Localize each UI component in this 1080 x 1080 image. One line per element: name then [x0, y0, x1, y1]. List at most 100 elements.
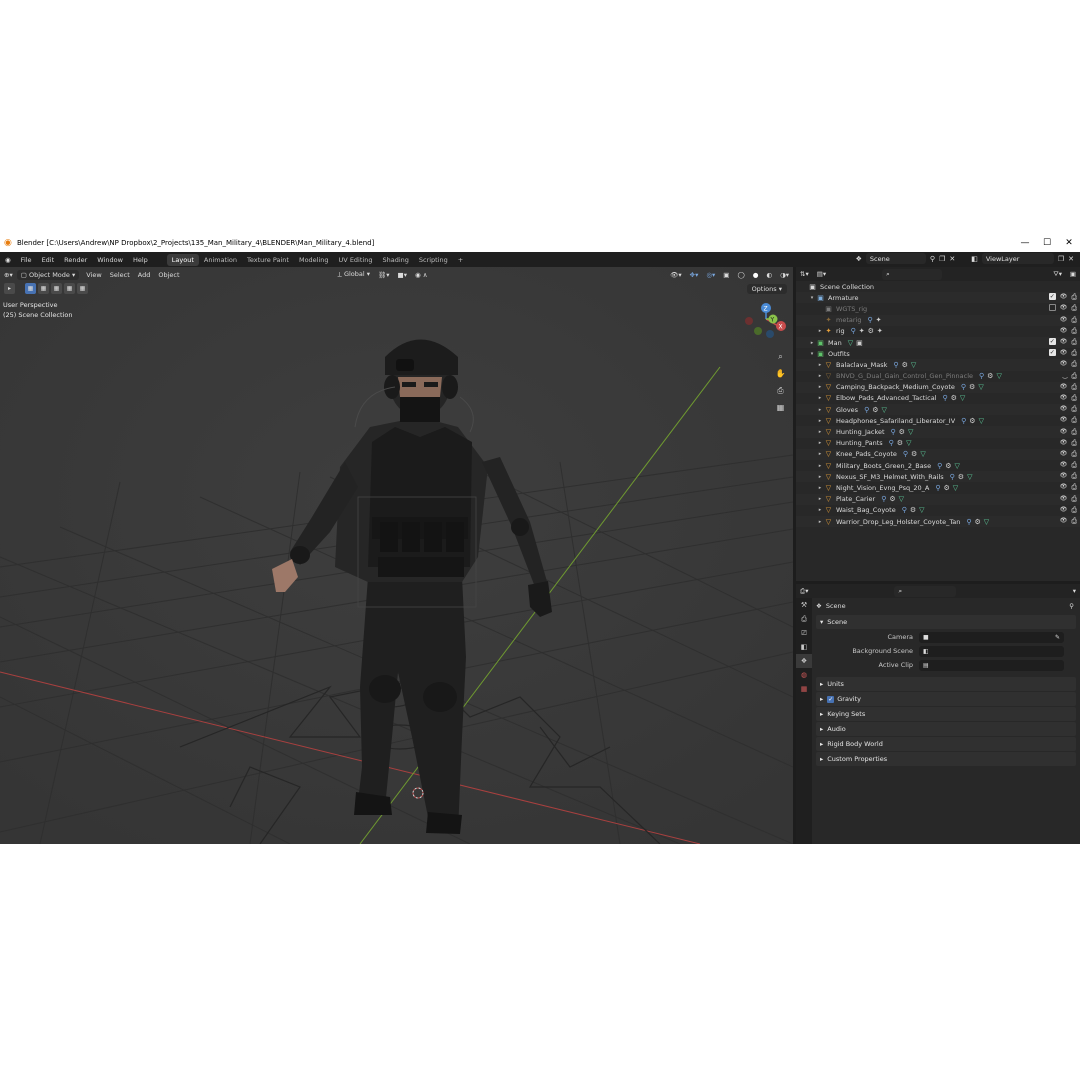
render-camera-icon[interactable]: ⎙	[1071, 439, 1077, 448]
exclude-checkbox[interactable]: ✓	[1048, 293, 1056, 301]
expand-toggle-icon[interactable]: ▸	[816, 373, 824, 379]
exclude-checkbox[interactable]: ✓	[1048, 338, 1056, 346]
outliner-row[interactable]: ▸ ▽ BNVD_G_Dual_Gain_Control_Gen_Pinnacle ⚲…	[796, 371, 1080, 382]
add-workspace-button[interactable]: +	[453, 254, 468, 266]
outliner-row[interactable]: ▾ ▣ Outfits ✓ 👁 ⎙	[796, 348, 1080, 359]
render-camera-icon[interactable]: ⎙	[1071, 383, 1077, 392]
outliner-row[interactable]: ▸ ▽ Nexus_SF_M3_Helmet_With_Rails ⚲ ⚙ ▽ 👁 ⎙	[796, 471, 1080, 483]
outliner-item-name[interactable]: Balaclava_Mask	[836, 361, 887, 369]
outliner-item-name[interactable]: Military_Boots_Green_2_Base	[836, 462, 931, 470]
select-extend-icon[interactable]: ▦	[38, 283, 49, 294]
render-camera-icon[interactable]: ⎙	[1071, 327, 1077, 336]
gravity-checkbox[interactable]: ✓	[827, 695, 835, 703]
outliner-row[interactable]: ▸ ▽ Waist_Bag_Coyote ⚲ ⚙ ▽ 👁 ⎙	[796, 505, 1080, 516]
outliner-row[interactable]: ▣ Scene Collection	[796, 281, 1080, 292]
modifier-icon[interactable]: ▽	[911, 361, 916, 369]
render-camera-icon[interactable]: ⎙	[1071, 338, 1077, 347]
outliner-row[interactable]: ▸ ▽ Gloves ⚲ ⚙ ▽ 👁 ⎙	[796, 404, 1080, 416]
menu-file[interactable]: File	[16, 256, 37, 264]
modifier-icon[interactable]: ✦	[877, 327, 883, 335]
outliner-row[interactable]: ▸ ✦ rig ⚲ ✦ ⚙ ✦ 👁 ⎙	[796, 326, 1080, 337]
select-new-icon[interactable]: ▦	[25, 283, 36, 294]
shading-material-icon[interactable]: ◐	[762, 271, 776, 279]
zoom-icon[interactable]: ⌕	[774, 350, 787, 363]
workspace-tab-shading[interactable]: Shading	[377, 254, 413, 266]
select-difference-icon[interactable]: ▦	[64, 283, 75, 294]
render-camera-icon[interactable]: ⎙	[1071, 483, 1077, 492]
eye-closed-icon[interactable]: ‿	[1063, 372, 1068, 381]
render-camera-icon[interactable]: ⎙	[1071, 405, 1077, 414]
eye-icon[interactable]: 👁	[1060, 316, 1068, 325]
outliner-row[interactable]: ▸ ▽ Camping_Backpack_Medium_Coyote ⚲ ⚙ ▽ 👁 ⎙	[796, 381, 1080, 393]
workspace-tab-layout[interactable]: Layout	[166, 253, 199, 266]
expand-toggle-icon[interactable]: ▾	[808, 295, 816, 301]
texture-tab-icon[interactable]: ▦	[796, 682, 812, 696]
outliner-item-name[interactable]: Nexus_SF_M3_Helmet_With_Rails	[836, 473, 944, 481]
menu-help[interactable]: Help	[128, 256, 153, 264]
render-camera-icon[interactable]: ⎙	[1071, 461, 1077, 470]
snap-icon[interactable]: ■▾	[394, 271, 411, 279]
expand-toggle-icon[interactable]: ▸	[816, 418, 824, 424]
outliner-row[interactable]: ✦ metarig ⚲ ✦ 👁 ⎙	[796, 314, 1080, 326]
modifier-icon[interactable]: ⚲	[950, 473, 955, 481]
render-camera-icon[interactable]: ⎙	[1071, 293, 1077, 302]
modifier-icon[interactable]: ▽	[996, 372, 1001, 380]
modifier-icon[interactable]: ▽	[919, 506, 924, 514]
visibility-icon[interactable]: 👁▾	[666, 271, 686, 279]
modifier-icon[interactable]: ⚙	[872, 406, 878, 414]
modifier-icon[interactable]: ⚲	[903, 450, 908, 458]
render-camera-icon[interactable]: ⎙	[1071, 495, 1077, 504]
modifier-icon[interactable]: ⚙	[987, 372, 993, 380]
modifier-icon[interactable]: ⚲	[881, 495, 886, 503]
modifier-icon[interactable]: ⚙	[902, 361, 908, 369]
modifier-icon[interactable]: ▽	[960, 394, 965, 402]
expand-toggle-icon[interactable]: ▸	[816, 451, 824, 457]
modifier-icon[interactable]: ▽	[920, 450, 925, 458]
outliner-item-name[interactable]: Plate_Carier	[836, 495, 875, 503]
modifier-icon[interactable]: ▽	[906, 439, 911, 447]
modifier-icon[interactable]: ⚲	[864, 406, 869, 414]
eye-icon[interactable]: 👁	[1060, 439, 1068, 448]
shading-solid-icon[interactable]: ●	[749, 271, 763, 279]
render-camera-icon[interactable]: ⎙	[1071, 506, 1077, 515]
eye-icon[interactable]: 👁	[1060, 405, 1068, 414]
3d-viewport[interactable]: Z X Y ⊕▾ ▢ Object Mode ▾ View Select Add…	[0, 267, 793, 844]
collapsed-panel-header[interactable]: ▸ Rigid Body World	[816, 737, 1076, 751]
eye-icon[interactable]: 👁	[1060, 383, 1068, 392]
expand-toggle-icon[interactable]: ▸	[816, 362, 824, 368]
outliner-row[interactable]: ▸ ▽ Elbow_Pads_Advanced_Tactical ⚲ ⚙ ▽ 👁 ⎙	[796, 393, 1080, 404]
outliner-item-name[interactable]: WGTS_rig	[836, 305, 867, 313]
pivot-icon[interactable]: ⛓▾	[374, 271, 394, 279]
modifier-icon[interactable]: ⚙	[868, 327, 874, 335]
render-camera-icon[interactable]: ⎙	[1071, 349, 1077, 358]
modifier-icon[interactable]: ⚲	[979, 372, 984, 380]
pan-hand-icon[interactable]: ✋	[774, 367, 787, 380]
modifier-icon[interactable]: ⚲	[851, 327, 856, 335]
camera-field[interactable]: ■ ✎	[919, 631, 1064, 643]
outliner-item-name[interactable]: BNVD_G_Dual_Gain_Control_Gen_Pinnacle	[836, 372, 973, 380]
expand-toggle-icon[interactable]: ▸	[816, 463, 824, 469]
outliner-item-name[interactable]: Hunting_Pants	[836, 439, 883, 447]
expand-toggle-icon[interactable]: ▸	[808, 340, 816, 346]
modifier-icon[interactable]: ⚙	[975, 518, 981, 526]
select-subtract-icon[interactable]: ▦	[51, 283, 62, 294]
delete-scene-icon[interactable]: ✕	[949, 255, 955, 263]
active-clip-field[interactable]: ▤	[919, 659, 1064, 671]
outliner-row[interactable]: ▸ ▽ Hunting_Pants ⚲ ⚙ ▽ 👁 ⎙	[796, 438, 1080, 449]
outliner-item-name[interactable]: Hunting_Jacket	[836, 428, 885, 436]
minimize-button[interactable]: —	[1014, 234, 1036, 252]
outliner-row[interactable]: ▸ ▽ Plate_Carier ⚲ ⚙ ▽ 👁 ⎙	[796, 493, 1080, 505]
eye-icon[interactable]: 👁	[1060, 472, 1068, 481]
menu-window[interactable]: Window	[92, 256, 128, 264]
modifier-icon[interactable]: ⚲	[889, 439, 894, 447]
menu-view[interactable]: View	[82, 271, 105, 279]
outliner-item-name[interactable]: Camping_Backpack_Medium_Coyote	[836, 383, 955, 391]
outliner-item-name[interactable]: rig	[836, 327, 845, 335]
new-collection-icon[interactable]: ▣	[1070, 270, 1076, 278]
outliner-row[interactable]: ▾ ▣ Armature ✓ 👁 ⎙	[796, 292, 1080, 304]
outliner-item-name[interactable]: Headphones_Safariland_Liberator_IV	[836, 417, 955, 425]
modifier-icon[interactable]: ⚙	[944, 484, 950, 492]
collapsed-panel-header[interactable]: ▸ Keying Sets	[816, 707, 1076, 721]
exclude-checkbox[interactable]	[1048, 304, 1056, 312]
eye-icon[interactable]: 👁	[1060, 394, 1068, 403]
